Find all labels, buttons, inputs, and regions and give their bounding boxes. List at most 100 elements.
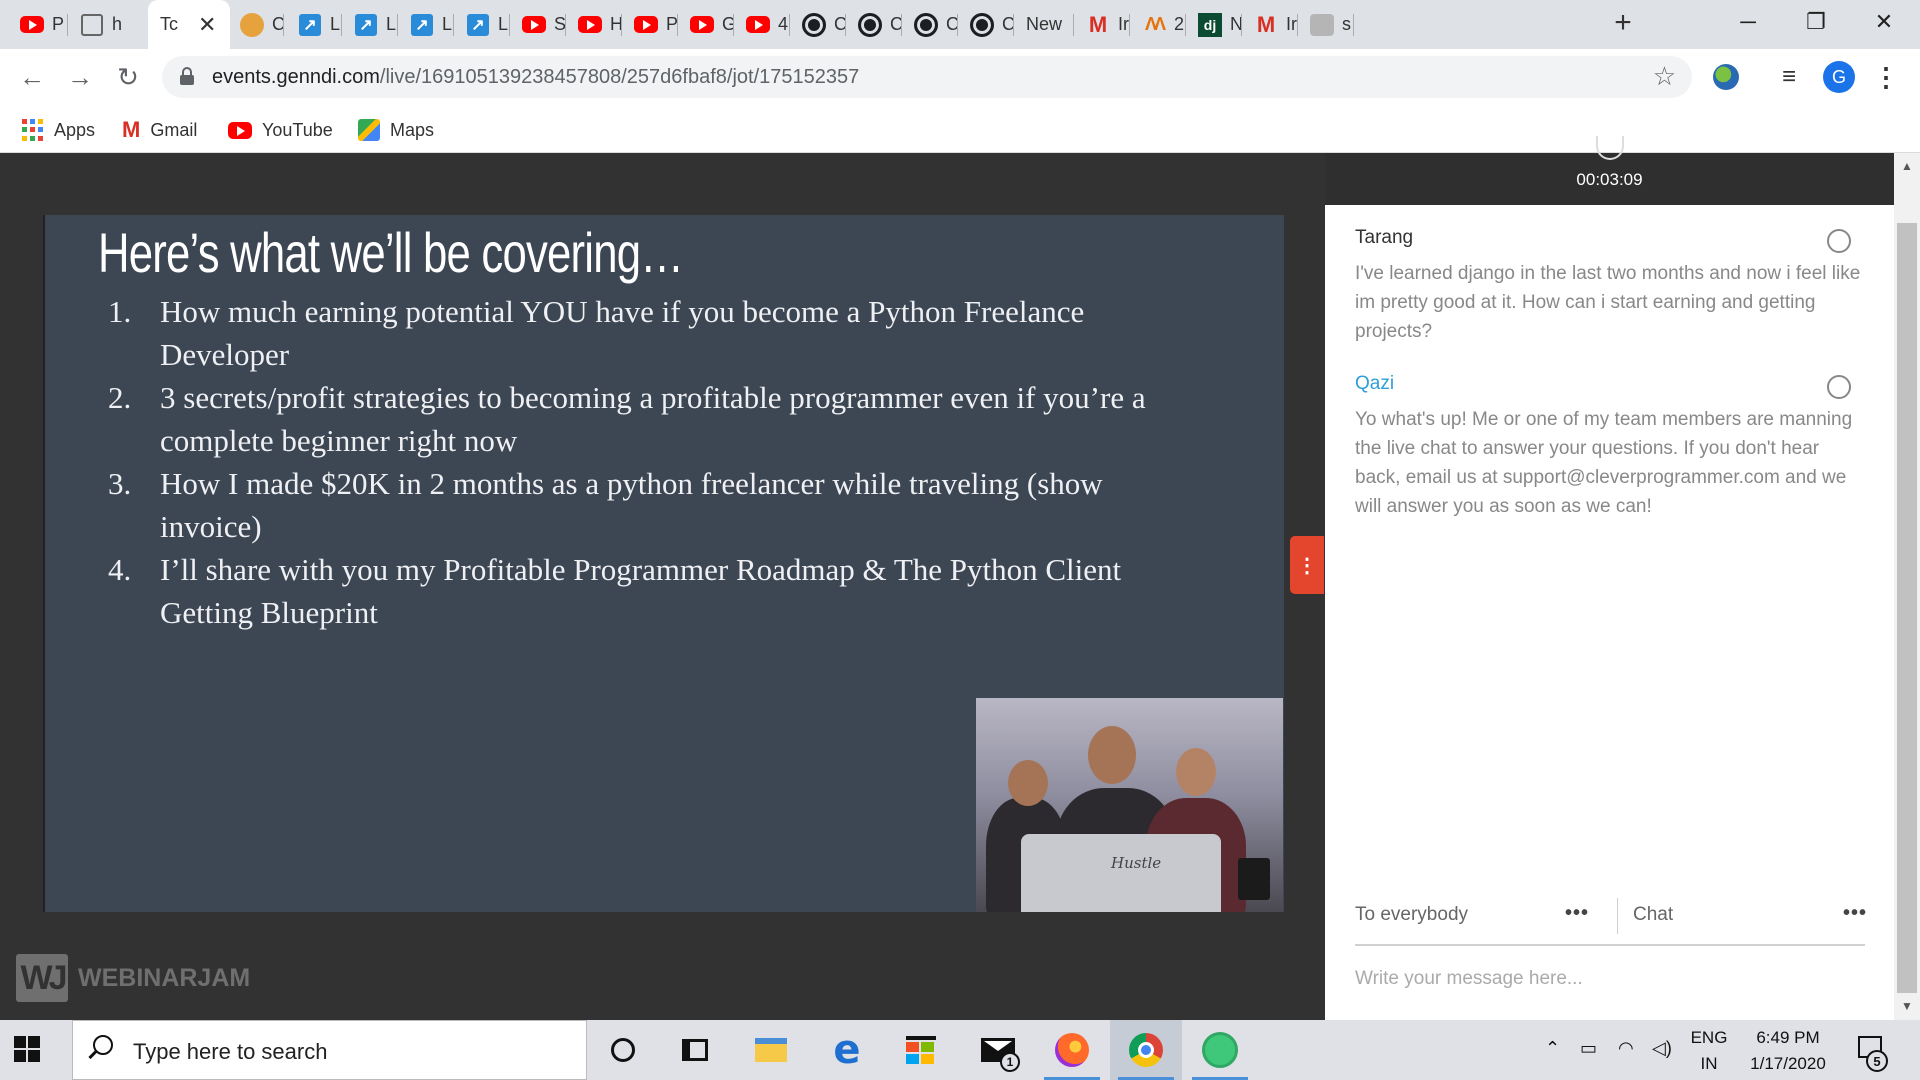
search-icon (93, 1035, 113, 1055)
presenter-webcam: Hustle (976, 698, 1283, 912)
channel-selector[interactable]: Chat (1633, 904, 1673, 926)
show-hidden-icons-icon[interactable]: ⌃ (1545, 1038, 1560, 1059)
atom-button[interactable] (1184, 1020, 1256, 1080)
browser-tab[interactable]: S (510, 0, 566, 49)
windows-start-icon[interactable] (14, 1036, 40, 1062)
browser-tab[interactable]: C (958, 0, 1014, 49)
browser-tab[interactable]: s (1298, 0, 1354, 49)
browser-tab[interactable]: C (846, 0, 902, 49)
browser-tab-active[interactable]: Tc ✕ (148, 0, 230, 49)
browser-tab[interactable]: ↗ L (454, 0, 510, 49)
close-tab-icon[interactable]: ✕ (198, 12, 216, 38)
message-author: Tarang (1355, 227, 1414, 248)
app-icon: ↗ (298, 13, 322, 37)
bookmark-gmail[interactable]: M Gmail (122, 113, 197, 147)
browser-tab[interactable]: M Ir (1242, 0, 1298, 49)
maps-icon (358, 119, 380, 141)
browser-tab[interactable]: ↗ L (286, 0, 342, 49)
mail-button[interactable]: 1 (962, 1020, 1034, 1080)
input-language[interactable]: ENG (1690, 1028, 1728, 1048)
browser-tab[interactable]: ↗ L (342, 0, 398, 49)
slide-agenda-list: 1. How much earning potential YOU have if… (100, 290, 1200, 634)
browser-tab[interactable]: C (790, 0, 846, 49)
message-select-radio[interactable] (1827, 229, 1851, 253)
volume-icon[interactable]: ◁) (1652, 1038, 1672, 1059)
bookmark-apps[interactable]: Apps (22, 113, 95, 147)
wifi-icon[interactable]: ◠ (1618, 1038, 1634, 1059)
scroll-down-icon[interactable]: ▼ (1894, 999, 1920, 1013)
close-window-button[interactable]: ✕ (1856, 0, 1912, 44)
bookmarks-bar: Apps M Gmail YouTube Maps (0, 107, 1920, 153)
browser-menu-icon[interactable]: ⋮ (1873, 61, 1899, 93)
edge-icon: e (833, 1027, 861, 1073)
message-text: Yo what's up! Me or one of my team membe… (1355, 409, 1853, 517)
browser-tab[interactable]: C (228, 0, 284, 49)
github-icon (802, 12, 826, 37)
media-control-icon[interactable]: ≡ (1772, 61, 1806, 93)
bookmark-star-icon[interactable]: ☆ (1653, 61, 1676, 92)
windows-taskbar: Type here to search e 1 ⌃ ▭ ◠ ◁) ENG IN … (0, 1020, 1920, 1080)
clock-date[interactable]: 1/17/2020 (1742, 1054, 1834, 1074)
browser-tab[interactable]: M Ir (1074, 0, 1130, 49)
channel-more-icon[interactable]: ••• (1843, 902, 1867, 925)
browser-tab[interactable]: h (68, 0, 126, 49)
message-author: Qazi (1355, 373, 1395, 394)
restore-button[interactable]: ❐ (1788, 0, 1844, 44)
youtube-icon (20, 13, 44, 37)
browser-tab[interactable]: P (8, 0, 68, 49)
back-button[interactable]: ← (12, 57, 52, 97)
edge-button[interactable]: e (811, 1020, 883, 1080)
browser-tab[interactable]: 4 (734, 0, 790, 49)
django-icon: dj (1198, 12, 1222, 37)
browser-toolbar: ← → ↻ events.genndi.com/live/16910513923… (0, 49, 1920, 107)
browser-tab[interactable]: ↗ L (398, 0, 454, 49)
forward-button[interactable]: → (60, 57, 100, 97)
firefox-button[interactable] (1036, 1020, 1108, 1080)
browser-tab[interactable]: dj N (1186, 0, 1242, 49)
battery-icon[interactable]: ▭ (1580, 1038, 1597, 1059)
taskbar-search[interactable]: Type here to search (72, 1020, 587, 1080)
github-icon (858, 12, 882, 37)
gmail-icon: M (122, 117, 141, 142)
firefox-icon (1055, 1033, 1089, 1067)
presenter-head (1088, 726, 1136, 784)
bookmark-maps[interactable]: Maps (358, 113, 434, 147)
notification-count: 5 (1866, 1050, 1888, 1072)
youtube-icon (690, 13, 714, 37)
input-region[interactable]: IN (1690, 1054, 1728, 1074)
github-icon (970, 12, 994, 37)
laptop-sticker: Hustle (1111, 854, 1162, 872)
profile-avatar[interactable]: G (1822, 61, 1856, 93)
browser-tab[interactable]: C (902, 0, 958, 49)
chat-message-input[interactable] (1355, 962, 1865, 996)
folder-icon (755, 1038, 787, 1062)
browser-tab[interactable]: H (566, 0, 622, 49)
file-explorer-button[interactable] (735, 1020, 807, 1080)
recipient-selector[interactable]: To everybody (1355, 904, 1468, 926)
recipient-more-icon[interactable]: ••• (1565, 902, 1589, 925)
presenter-head (1008, 760, 1048, 806)
minimize-button[interactable]: ─ (1720, 0, 1776, 44)
store-button[interactable] (885, 1020, 957, 1080)
browser-tab[interactable]: G (678, 0, 734, 49)
browser-tab[interactable]: ΛΛ 2 (1130, 0, 1186, 49)
task-view-button[interactable] (659, 1020, 731, 1080)
cortana-button[interactable] (587, 1020, 659, 1080)
scroll-thumb[interactable] (1897, 223, 1917, 993)
chrome-button[interactable] (1110, 1020, 1182, 1080)
reload-button[interactable]: ↻ (108, 57, 148, 97)
extension-globe-icon[interactable] (1711, 61, 1741, 93)
youtube-icon (228, 121, 252, 139)
new-tab-button[interactable]: + (1606, 8, 1640, 42)
browser-tab[interactable]: New (1014, 0, 1074, 49)
message-select-radio[interactable] (1827, 375, 1851, 399)
panel-options-button[interactable]: ⋮ (1290, 536, 1324, 594)
clock-time[interactable]: 6:49 PM (1742, 1028, 1834, 1048)
address-bar[interactable]: events.genndi.com/live/16910513923845780… (162, 56, 1692, 98)
browser-tab[interactable]: P (622, 0, 678, 49)
page-scrollbar[interactable]: ▲ ▼ (1894, 153, 1920, 1020)
presenter-head (1176, 748, 1216, 796)
scroll-up-icon[interactable]: ▲ (1894, 159, 1920, 173)
bookmark-youtube[interactable]: YouTube (228, 113, 333, 147)
laptop (1021, 834, 1221, 912)
